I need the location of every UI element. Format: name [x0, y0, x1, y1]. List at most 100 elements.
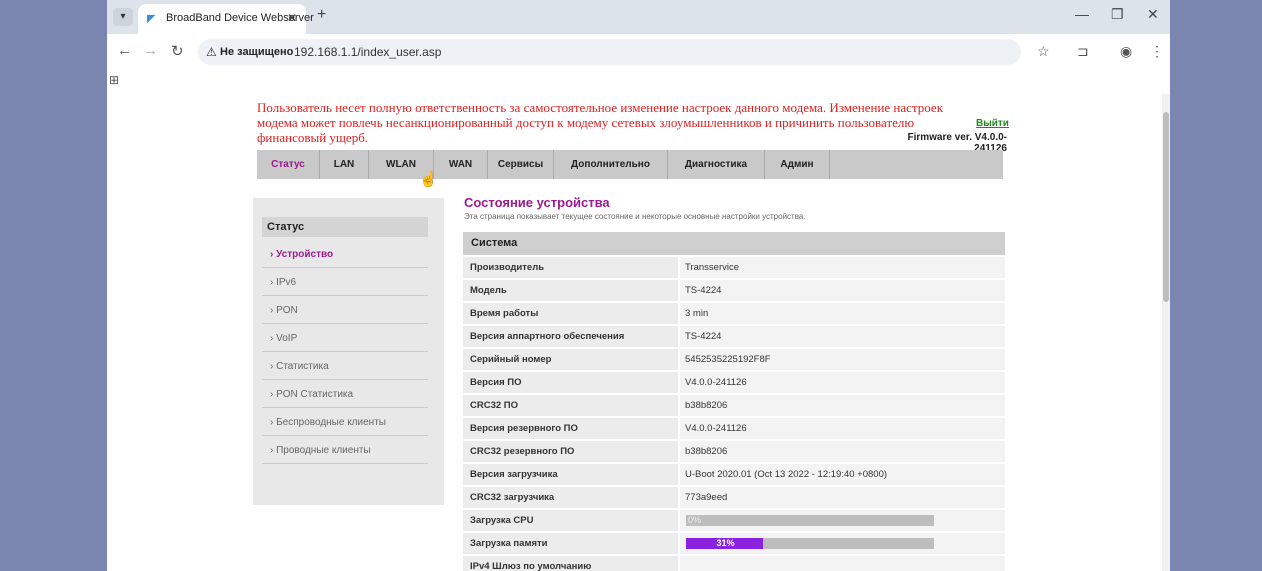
sidebar-item-label: Проводные клиенты: [276, 445, 371, 456]
cpu-progress-label: 0%: [688, 515, 702, 525]
reload-icon[interactable]: ↻: [171, 42, 184, 60]
table-row: Версия загрузчика U-Boot 2020.01 (Oct 13 …: [463, 464, 1005, 486]
cpu-progress-bar: 0%: [686, 515, 934, 526]
back-icon[interactable]: ←: [117, 42, 132, 59]
table-row: Версия резервного ПО V4.0.0-241126: [463, 418, 1005, 440]
memory-progress-label: 31%: [716, 538, 735, 548]
table-row: Время работы 3 min: [463, 303, 1005, 325]
row-value: b38b8206: [680, 395, 1005, 416]
row-label: Модель: [463, 280, 678, 301]
sidebar-item-pon[interactable]: › PON: [262, 297, 428, 324]
table-row: Серийный номер 5452535225192F8F: [463, 349, 1005, 371]
row-label: Версия загрузчика: [463, 464, 678, 485]
sidebar: Статус › Устройство › IPv6 › PON › VoIP …: [253, 198, 444, 505]
minimize-icon[interactable]: —: [1075, 6, 1089, 22]
table-row: Версия аппартного обеспечения TS-4224: [463, 326, 1005, 348]
row-value: 5452535225192F8F: [680, 349, 1005, 370]
sidebar-item-label: IPv6: [276, 277, 297, 288]
row-label: IPv4 Шлюз по умолчанию: [463, 556, 678, 571]
sidebar-title: Статус: [262, 217, 428, 237]
memory-progress-bar: 31%: [686, 538, 934, 549]
sidebar-item-label: PON Статистика: [276, 389, 354, 400]
row-value: b38b8206: [680, 441, 1005, 462]
bookmark-star-icon[interactable]: ☆: [1037, 43, 1050, 60]
sidebar-item-wired-clients[interactable]: › Проводные клиенты: [262, 437, 428, 464]
memory-load-row: Загрузка памяти 31%: [463, 533, 1005, 555]
scrollbar-thumb[interactable]: [1163, 112, 1169, 302]
hand-cursor-icon: ☝: [419, 171, 438, 188]
extensions-icon[interactable]: ⊐: [1077, 43, 1089, 60]
sidebar-item-wireless-clients[interactable]: › Беспроводные клиенты: [262, 409, 428, 436]
row-label: CRC32 ПО: [463, 395, 678, 416]
warning-text: Пользователь несет полную ответственност…: [257, 100, 944, 145]
row-value: TS-4224: [680, 326, 1005, 347]
section-header: Система: [463, 232, 1005, 255]
browser-tab[interactable]: ◤ BroadBand Device Webserver ✕: [138, 4, 314, 34]
row-value: 773a9eed: [680, 487, 1005, 508]
table-row: CRC32 ПО b38b8206: [463, 395, 1005, 417]
table-row: IPv4 Шлюз по умолчанию: [463, 556, 1005, 571]
row-label: CRC32 загрузчика: [463, 487, 678, 508]
bookmarks-bar: ⊞: [107, 68, 1170, 94]
row-label: CRC32 резервного ПО: [463, 441, 678, 462]
cpu-load-row: Загрузка CPU 0%: [463, 510, 1005, 532]
main-nav: Статус LAN WLAN WAN Сервисы Дополнительн…: [257, 150, 1003, 179]
browser-window: ▾ ◤ BroadBand Device Webserver ✕ + — ❐ ✕…: [107, 0, 1170, 571]
sidebar-item-pon-statistics[interactable]: › PON Статистика: [262, 381, 428, 408]
row-value: 0%: [680, 510, 1005, 531]
forward-icon[interactable]: →: [143, 42, 158, 59]
menu-icon[interactable]: ⋮: [1150, 43, 1164, 60]
row-label: Версия ПО: [463, 372, 678, 393]
new-tab-icon[interactable]: +: [317, 6, 326, 24]
nav-advanced[interactable]: Дополнительно: [554, 150, 668, 179]
row-value: V4.0.0-241126: [680, 418, 1005, 439]
page-title: Состояние устройства: [464, 195, 610, 210]
security-label[interactable]: Не защищено: [220, 46, 293, 58]
row-value: [680, 556, 1005, 571]
sidebar-item-ipv6[interactable]: › IPv6: [262, 269, 428, 296]
row-label: Производитель: [463, 257, 678, 278]
close-tab-icon[interactable]: ✕: [287, 11, 297, 25]
address-bar[interactable]: ⚠ Не защищено 192.168.1.1/index_user.asp: [198, 39, 1021, 65]
sidebar-item-label: Устройство: [276, 249, 334, 260]
logout-link[interactable]: Выйти: [976, 118, 1009, 129]
nav-wan[interactable]: WAN: [434, 150, 488, 179]
row-value: TS-4224: [680, 280, 1005, 301]
row-label: Версия аппартного обеспечения: [463, 326, 678, 347]
sidebar-item-label: VoIP: [276, 333, 298, 344]
nav-diagnostics[interactable]: Диагностика: [668, 150, 765, 179]
row-label: Серийный номер: [463, 349, 678, 370]
sidebar-item-statistics[interactable]: › Статистика: [262, 353, 428, 380]
sidebar-item-label: Беспроводные клиенты: [276, 417, 386, 428]
table-row: CRC32 загрузчика 773a9eed: [463, 487, 1005, 509]
table-row: Модель TS-4224: [463, 280, 1005, 302]
nav-status[interactable]: Статус: [257, 150, 320, 179]
favicon-icon: ◤: [147, 13, 156, 25]
table-row: Производитель Transservice: [463, 257, 1005, 279]
warning-icon: ⚠: [206, 45, 217, 59]
scrollbar[interactable]: [1162, 94, 1170, 571]
toolbar: ← → ↻ ⚠ Не защищено 192.168.1.1/index_us…: [107, 34, 1170, 68]
tab-search-icon[interactable]: ▾: [113, 8, 133, 26]
sidebar-item-voip[interactable]: › VoIP: [262, 325, 428, 352]
apps-icon[interactable]: ⊞: [109, 73, 119, 87]
row-value: V4.0.0-241126: [680, 372, 1005, 393]
nav-lan[interactable]: LAN: [320, 150, 369, 179]
tab-strip: ▾ ◤ BroadBand Device Webserver ✕ + — ❐ ✕: [107, 0, 1170, 34]
row-value: 31%: [680, 533, 1005, 554]
restore-icon[interactable]: ❐: [1111, 6, 1124, 23]
close-window-icon[interactable]: ✕: [1147, 6, 1159, 23]
nav-admin[interactable]: Админ: [765, 150, 830, 179]
page-subtitle: Эта страница показывает текущее состояни…: [464, 212, 806, 221]
row-label: Загрузка CPU: [463, 510, 678, 531]
nav-services[interactable]: Сервисы: [488, 150, 554, 179]
row-value: Transservice: [680, 257, 1005, 278]
row-value: 3 min: [680, 303, 1005, 324]
sidebar-item-device[interactable]: › Устройство: [262, 241, 428, 268]
row-label: Загрузка памяти: [463, 533, 678, 554]
url-text[interactable]: 192.168.1.1/index_user.asp: [294, 45, 441, 59]
table-row: Версия ПО V4.0.0-241126: [463, 372, 1005, 394]
webpage: Пользователь несет полную ответственност…: [107, 94, 1170, 571]
profile-icon[interactable]: ◉: [1120, 43, 1132, 60]
sidebar-item-label: PON: [276, 305, 298, 316]
